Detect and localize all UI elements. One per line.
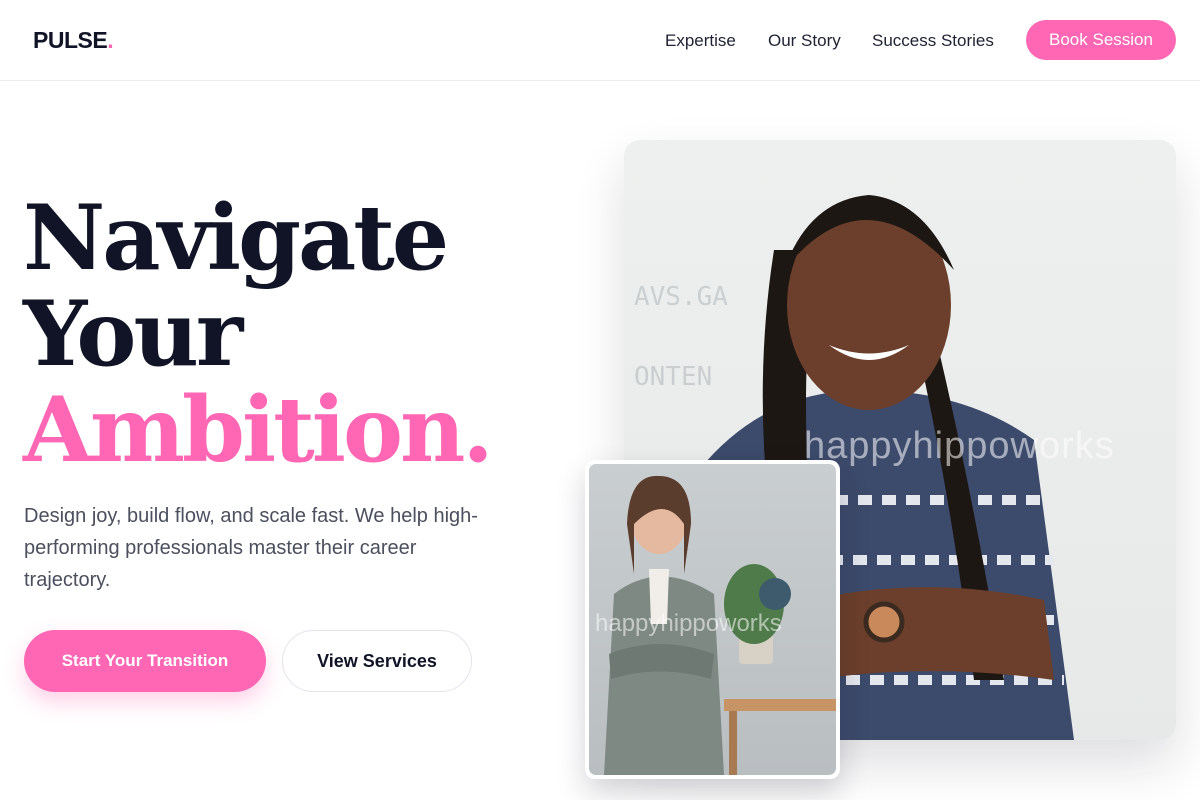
start-transition-button[interactable]: Start Your Transition	[24, 630, 266, 692]
hero-subtext: Design joy, build flow, and scale fast. …	[24, 505, 478, 591]
hero-photo-inset: happyhippoworks	[585, 460, 840, 779]
headline-line-1: Navigate	[23, 185, 449, 291]
svg-text:AVS.GA: AVS.GA	[634, 282, 728, 312]
nav-link-success-stories[interactable]: Success Stories	[872, 31, 994, 51]
book-session-button[interactable]: Book Session	[1026, 20, 1176, 60]
inset-photo-watermark: happyhippoworks	[595, 610, 782, 637]
hero-headline: Navigate Your Ambition.	[23, 185, 494, 483]
nav-link-our-story[interactable]: Our Story	[768, 31, 841, 51]
logo[interactable]: PULSE.	[33, 27, 114, 54]
nav-link-expertise[interactable]: Expertise	[665, 31, 736, 51]
view-services-button[interactable]: View Services	[282, 630, 472, 692]
inset-photo-frame: happyhippoworks	[589, 464, 836, 775]
headline-accent: Ambition.	[23, 377, 494, 483]
main-photo-watermark: happyhippoworks	[804, 425, 1115, 467]
logo-dot: .	[107, 27, 114, 53]
headline-line-2: Your	[23, 281, 243, 387]
site-header: PULSE. Expertise Our Story Success Stori…	[0, 0, 1200, 81]
logo-text: PULSE	[33, 27, 108, 53]
svg-text:ONTEN: ONTEN	[634, 362, 712, 392]
